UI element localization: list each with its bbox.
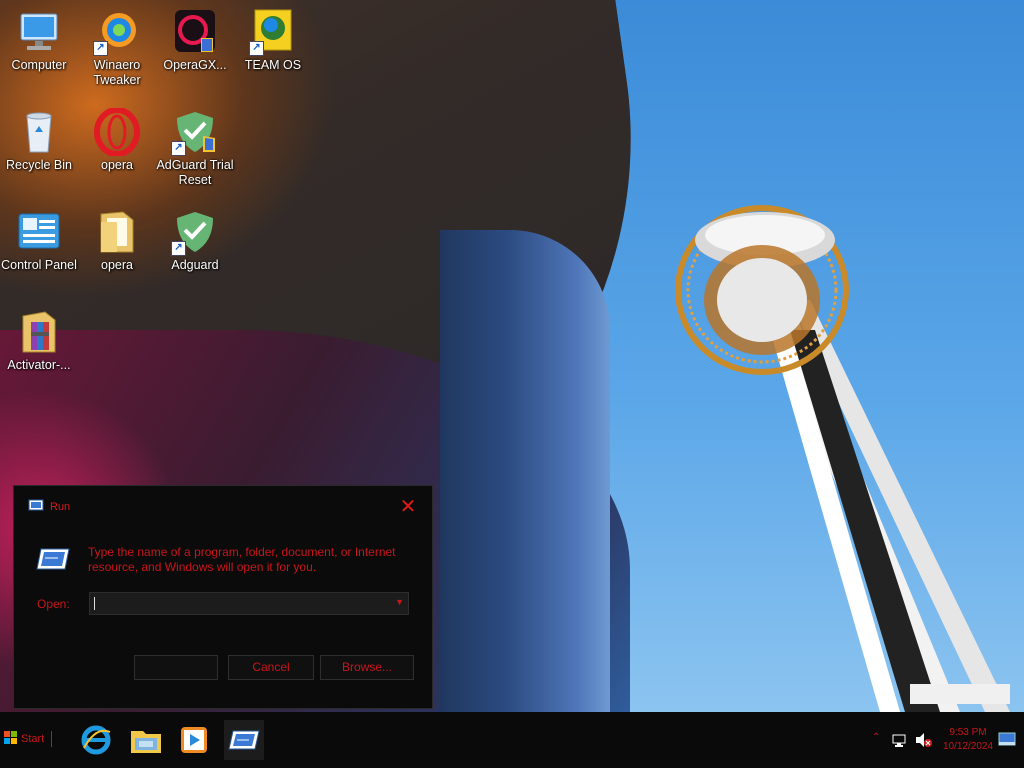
desktop-icon-control-panel[interactable]: Control Panel [0, 208, 78, 273]
show-desktop-icon[interactable] [998, 732, 1016, 751]
shortcut-arrow-icon: ↗ [249, 41, 264, 56]
media-player-icon[interactable] [174, 720, 214, 760]
recycle-bin-icon [15, 108, 63, 156]
file-explorer-icon[interactable] [126, 720, 166, 760]
desktop-icon-activator[interactable]: Activator-... [0, 308, 78, 373]
browse-button[interactable]: Browse... [320, 655, 414, 680]
desktop-icon-recycle-bin[interactable]: Recycle Bin [0, 108, 78, 173]
desktop-icon-team-os[interactable]: ↗ TEAM OS [234, 8, 312, 73]
shortcut-arrow-icon: ↗ [171, 141, 186, 156]
desktop-icon-computer[interactable]: Computer [0, 8, 78, 73]
control-panel-icon [15, 208, 63, 256]
taskbar: Start ⌃ 9:53 PM 10/12/2024 [0, 712, 1024, 768]
opera-icon [93, 107, 141, 157]
desktop-icon-opera-folder[interactable]: opera [78, 208, 156, 273]
run-icon[interactable] [224, 720, 264, 760]
clock-date: 10/12/2024 [942, 741, 994, 752]
adguard-trial-reset-icon: ↗ [171, 108, 219, 156]
open-combobox[interactable]: ▼ [89, 592, 409, 615]
show-hidden-icons-chevron[interactable]: ⌃ [872, 732, 880, 743]
run-icon [28, 499, 44, 514]
desktop-icon-opera[interactable]: opera [78, 107, 156, 173]
desktop-icon-operagx[interactable]: OperaGX... [156, 8, 234, 73]
desktop-icon-adguard[interactable]: ↗ Adguard [156, 208, 234, 273]
windows-logo-icon [4, 730, 18, 748]
internet-explorer-icon[interactable] [76, 720, 116, 760]
run-dialog-titlebar[interactable]: Run [28, 499, 70, 514]
winrar-archive-icon [15, 308, 63, 356]
shortcut-arrow-icon: ↗ [93, 41, 108, 56]
cancel-button[interactable]: Cancel [228, 655, 314, 680]
adguard-icon: ↗ [171, 208, 219, 256]
close-icon[interactable]: ✕ [398, 497, 418, 518]
desktop[interactable]: Computer ↗ Winaero Tweaker OperaGX... ↗ … [0, 0, 1024, 712]
computer-icon [15, 8, 63, 56]
winaero-tweaker-icon: ↗ [93, 8, 141, 56]
run-program-icon [36, 546, 70, 577]
clock-time: 9:53 PM [949, 727, 987, 738]
ok-button[interactable] [134, 655, 218, 680]
network-icon[interactable] [891, 732, 907, 753]
start-separator [51, 731, 53, 747]
volume-muted-icon[interactable] [914, 732, 932, 753]
run-dialog-title: Run [50, 500, 71, 513]
start-label: Start [21, 733, 45, 745]
run-dialog: Run ✕ Type the name of a program, folder… [13, 485, 433, 709]
start-button[interactable]: Start [0, 726, 58, 752]
desktop-icon-winaero-tweaker[interactable]: ↗ Winaero Tweaker [78, 8, 156, 88]
desktop-icon-adguard-trial-reset[interactable]: ↗ AdGuard Trial Reset [156, 108, 234, 188]
chevron-down-icon[interactable]: ▼ [395, 597, 404, 607]
run-dialog-message: Type the name of a program, folder, docu… [88, 545, 396, 574]
folder-icon [93, 208, 141, 256]
opera-gx-icon [171, 8, 219, 56]
clock[interactable]: 9:53 PM 10/12/2024 [940, 726, 996, 754]
open-label: Open: [37, 597, 70, 611]
team-os-icon: ↗ [249, 8, 297, 56]
text-caret [94, 597, 95, 610]
shortcut-arrow-icon: ↗ [171, 241, 186, 256]
